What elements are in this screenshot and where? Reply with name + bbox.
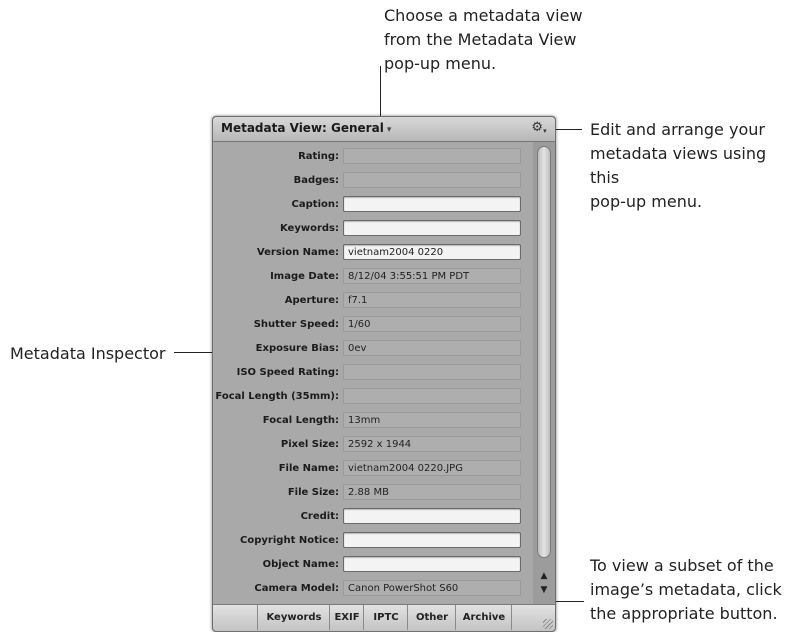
leader-line-top — [380, 66, 381, 118]
chevron-down-icon: ▾ — [386, 125, 392, 135]
field-value[interactable] — [343, 196, 521, 212]
field-value — [343, 388, 521, 404]
field-value: Canon PowerShot S60 — [343, 580, 521, 596]
field-label: Focal Length (35mm): — [215, 391, 339, 402]
field-value: f7.1 — [343, 292, 521, 308]
field-value[interactable] — [343, 220, 521, 236]
metadata-field-row: Image Date: 8/12/04 3:55:51 PM PDT — [213, 267, 529, 287]
metadata-field-row: Focal Length (35mm): — [213, 387, 529, 407]
metadata-field-row: Version Name: vietnam2004 0220 — [213, 243, 529, 263]
metadata-field-row: Exposure Bias: 0ev — [213, 339, 529, 359]
field-label: Credit: — [300, 511, 339, 522]
field-value: 8/12/04 3:55:51 PM PDT — [343, 268, 521, 284]
field-label: Copyright Notice: — [240, 535, 339, 546]
field-value: vietnam2004 0220.JPG — [343, 460, 521, 476]
scroll-thumb[interactable] — [537, 146, 551, 558]
field-label: Aperture: — [284, 295, 339, 306]
metadata-field-row: Shutter Speed: 1/60 — [213, 315, 529, 335]
field-value[interactable] — [343, 532, 521, 548]
metadata-field-row: File Size: 2.88 MB — [213, 483, 529, 503]
metadata-field-row: Object Name: — [213, 555, 529, 575]
field-value: 0ev — [343, 340, 521, 356]
leader-line-left — [174, 352, 212, 353]
metadata-field-row: Caption: — [213, 195, 529, 215]
field-value[interactable] — [343, 556, 521, 572]
field-value[interactable] — [343, 508, 521, 524]
metadata-view-popup[interactable]: Metadata View: General ▾ — [221, 121, 391, 135]
metadata-field-row: Camera Model: Canon PowerShot S60 — [213, 579, 529, 599]
subset-button-keywords[interactable]: Keywords — [257, 605, 330, 630]
metadata-field-row: Aperture: f7.1 — [213, 291, 529, 311]
callout-view-menu: Choose a metadata view from the Metadata… — [384, 6, 583, 73]
field-value — [343, 172, 521, 188]
subset-button-other[interactable]: Other — [407, 605, 456, 630]
metadata-field-row: Copyright Notice: — [213, 531, 529, 551]
field-label: Version Name: — [256, 247, 339, 258]
subset-button-iptc[interactable]: IPTC — [363, 605, 408, 630]
field-value: 2.88 MB — [343, 484, 521, 500]
metadata-field-row: File Name: vietnam2004 0220.JPG — [213, 459, 529, 479]
gear-icon[interactable]: ⚙▾ — [529, 120, 549, 136]
field-label: Focal Length: — [262, 415, 339, 426]
field-value: 13mm — [343, 412, 521, 428]
callout-buttons: To view a subset of the image’s metadata… — [590, 556, 782, 623]
callout-action-menu: Edit and arrange your metadata views usi… — [590, 120, 767, 211]
metadata-field-row: Credit: — [213, 507, 529, 527]
metadata-field-list: Rating: Badges: Caption: Keywords: Version N… — [213, 143, 529, 601]
scroll-down-arrow-icon[interactable]: ▼ — [536, 582, 552, 598]
metadata-subset-buttons: Keywords EXIF IPTC Other Archive — [213, 604, 555, 631]
field-label: File Size: — [287, 487, 339, 498]
metadata-field-row: Pixel Size: 2592 x 1944 — [213, 435, 529, 455]
field-value[interactable]: vietnam2004 0220 — [343, 244, 521, 260]
field-label: Rating: — [298, 151, 339, 162]
field-label: Pixel Size: — [280, 439, 339, 450]
callout-inspector: Metadata Inspector — [10, 344, 166, 363]
button-divider — [511, 605, 512, 630]
metadata-field-row: Rating: — [213, 147, 529, 167]
metadata-view-label: Metadata View: General — [221, 121, 384, 135]
field-value: 1/60 — [343, 316, 521, 332]
field-value — [343, 148, 521, 164]
field-label: ISO Speed Rating: — [236, 367, 339, 378]
subset-button-archive[interactable]: Archive — [455, 605, 512, 630]
field-label: Camera Model: — [254, 583, 339, 594]
field-label: Image Date: — [270, 271, 339, 282]
field-label: File Name: — [278, 463, 339, 474]
metadata-field-row: Focal Length: 13mm — [213, 411, 529, 431]
field-label: Badges: — [293, 175, 339, 186]
field-label: Caption: — [291, 199, 339, 210]
metadata-field-row: Badges: — [213, 171, 529, 191]
scrollbar[interactable]: ▲ ▼ — [533, 142, 555, 604]
field-label: Keywords: — [279, 223, 339, 234]
field-value: 2592 x 1944 — [343, 436, 521, 452]
resize-grip-icon[interactable] — [543, 619, 553, 629]
inspector-header: Metadata View: General ▾ ⚙▾ — [213, 117, 555, 142]
subset-button-exif[interactable]: EXIF — [329, 605, 364, 630]
field-label: Exposure Bias: — [255, 343, 339, 354]
metadata-field-row: Keywords: — [213, 219, 529, 239]
leader-line-bottom — [554, 601, 584, 602]
field-value — [343, 364, 521, 380]
field-label: Shutter Speed: — [253, 319, 339, 330]
metadata-inspector: Metadata View: General ▾ ⚙▾ Rating: Badges… — [212, 116, 556, 632]
metadata-field-row: ISO Speed Rating: — [213, 363, 529, 383]
field-label: Object Name: — [262, 559, 339, 570]
